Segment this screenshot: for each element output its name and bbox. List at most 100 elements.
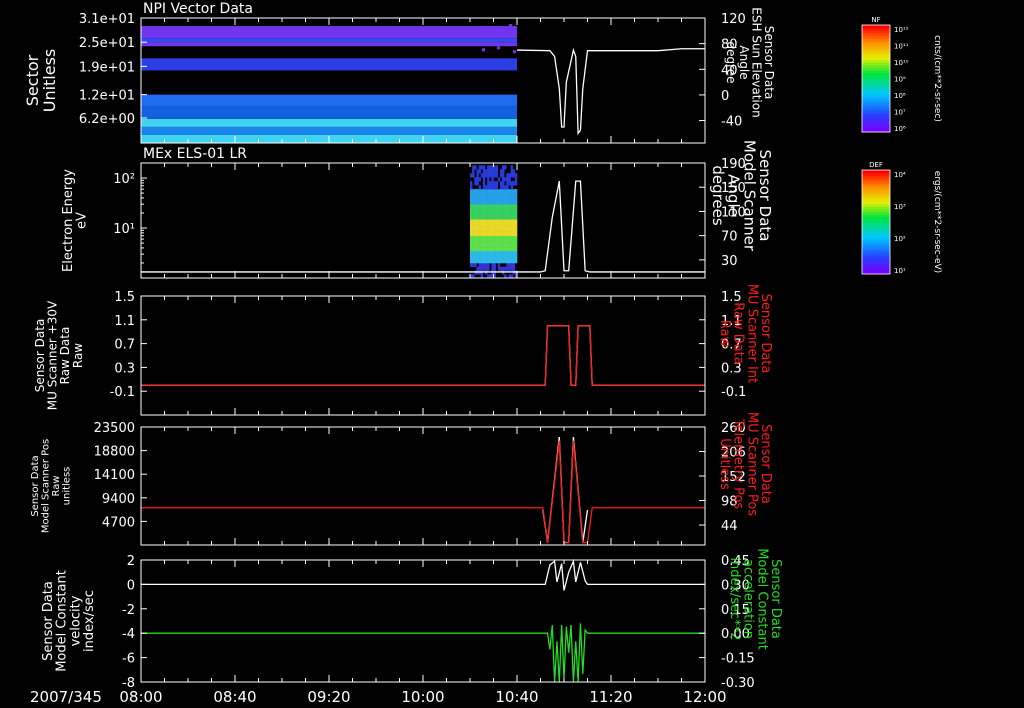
spectrogram-cell	[491, 215, 494, 220]
spectrogram-cell	[508, 173, 511, 178]
spectrogram-cell	[478, 177, 481, 182]
left-tick-label: 14100	[94, 468, 135, 483]
spectrogram-cell	[512, 192, 516, 197]
spectrogram-cell	[470, 254, 473, 260]
panel-npi-vector: NPI Vector Data 3.1e+01 2.5e+01 1.9e+01 1.2e…	[23, 1, 942, 144]
spectrogram-cell	[506, 247, 509, 252]
spectrogram-cell	[512, 243, 516, 248]
spectrogram-cell	[487, 266, 490, 271]
spectrogram-cell	[502, 219, 505, 224]
spectrogram-cell	[495, 215, 499, 220]
spectrogram-cell	[514, 258, 518, 264]
spectrogram-cell	[495, 243, 499, 248]
spectrogram-cell	[506, 189, 509, 194]
spectrogram-cell	[489, 165, 492, 170]
spectrogram-cell	[489, 185, 492, 190]
spectrogram-cell	[491, 196, 494, 201]
right-tick-label: 70	[721, 230, 738, 245]
spectrogram-cell	[480, 215, 484, 220]
spectrogram-cell	[495, 173, 499, 178]
spectrogram-cell	[491, 266, 494, 271]
spectrogram-cell	[474, 231, 477, 237]
right-tick-label: -40	[721, 115, 742, 130]
spectrogram-cell	[472, 262, 475, 268]
spectrogram-cell	[510, 169, 514, 174]
right-tick-label: 0	[721, 89, 729, 104]
spectrogram-cell	[514, 239, 518, 244]
spectrogram-cell	[472, 258, 475, 264]
spectrogram-cell	[504, 247, 507, 252]
spectrogram-cell	[510, 219, 514, 224]
spectrogram-cell	[474, 258, 477, 264]
spectrogram-cell	[495, 219, 499, 224]
spectrogram-cell	[495, 231, 499, 237]
left-tick-label: 18800	[94, 445, 135, 460]
spectrogram-cell	[484, 207, 488, 212]
spectrogram-cell	[489, 200, 492, 205]
spectrogram-cell	[493, 173, 496, 178]
spectrogram-cell	[497, 211, 501, 216]
spectrogram-cell	[478, 235, 481, 240]
spectrogram-cell	[495, 211, 499, 216]
spectrogram-cell	[514, 196, 518, 201]
spectrogram-cell	[512, 223, 516, 228]
spectrogram-cell	[487, 165, 490, 170]
left-axis-label: SectorUnitless	[23, 49, 59, 113]
spectrogram-cell	[489, 247, 492, 252]
spectrogram-cell	[508, 211, 511, 216]
spectrogram-cell	[482, 266, 486, 271]
spectrogram-cell	[502, 173, 505, 178]
spectrogram-cell	[480, 196, 484, 201]
spectrogram-cell	[514, 181, 518, 186]
spectrogram-cell	[489, 181, 492, 186]
spectrogram-cell	[510, 235, 514, 240]
spectrogram-cell	[489, 223, 492, 228]
spectrogram-cell	[495, 223, 499, 228]
spectrogram-cell	[480, 204, 484, 209]
spectrogram-cell	[497, 239, 501, 244]
spectrogram-cell	[510, 200, 514, 205]
left-tick-label: 1.2e+01	[79, 89, 135, 104]
spectrogram-cell	[472, 211, 475, 216]
left-tick-label: -6	[122, 652, 135, 667]
spectrogram-cell	[474, 196, 477, 201]
spectrogram-cell	[470, 185, 473, 190]
heatmap-speckle	[509, 24, 512, 28]
spectrogram-cell	[493, 266, 496, 271]
series-scanner-angle	[141, 180, 705, 273]
spectrogram-cell	[502, 243, 505, 248]
spectrogram-cell	[491, 192, 494, 197]
spectrogram-cell	[480, 189, 484, 194]
left-tick-label: -2	[122, 603, 135, 618]
spectrogram-cell	[512, 262, 516, 268]
spectrogram-cell	[478, 262, 481, 268]
series-sun-elevation	[516, 47, 705, 136]
spectrogram-cell	[506, 250, 509, 256]
spectrogram-cell	[474, 250, 477, 256]
spectrogram-cell	[506, 204, 509, 209]
spectrogram-cell	[510, 258, 514, 264]
colorbar-tick-label: 10⁸	[894, 92, 906, 100]
spectrogram-cell	[514, 192, 518, 197]
spectrogram-cell	[487, 192, 490, 197]
spectrogram-cell	[495, 247, 499, 252]
spectrogram-cell	[484, 231, 488, 237]
spectrogram-cell	[478, 165, 481, 170]
spectrogram-cell	[482, 169, 486, 174]
spectrogram-cell	[487, 204, 490, 209]
time-tick-label: 11:20	[589, 688, 632, 706]
spectrogram-cell	[478, 196, 481, 201]
spectrogram-cell	[470, 192, 473, 197]
spectrogram-cell	[508, 247, 511, 252]
spectrogram-cell	[506, 192, 509, 197]
spectrogram-cell	[474, 227, 477, 232]
spectrogram-cell	[474, 200, 477, 205]
left-axis-label: Sensor DataModel Constantvelocityindex/s…	[41, 570, 97, 672]
spectrogram-cell	[476, 247, 479, 252]
spectrogram-cell	[512, 254, 516, 260]
spectrogram-cell	[487, 231, 490, 237]
spectrogram-cell	[487, 223, 490, 228]
spectrogram-cell	[497, 204, 501, 209]
spectrogram-cell	[474, 204, 477, 209]
panel-frame	[140, 162, 706, 279]
